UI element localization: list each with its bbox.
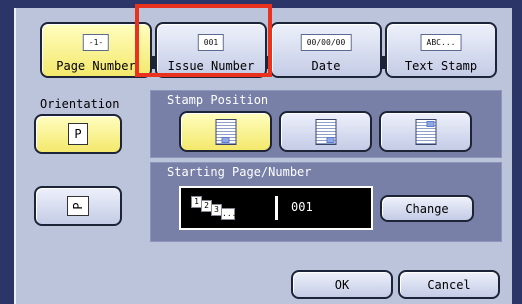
highlight-box — [135, 4, 272, 77]
starting-number-display: 1 2 3 ... 001 — [179, 186, 373, 230]
tab-page-number-label: Page Number — [56, 59, 136, 73]
text-stamp-icon: ABC... — [420, 34, 462, 51]
bottom-right-position-icon — [315, 118, 336, 145]
stamp-mark — [221, 136, 229, 143]
starting-page-title: Starting Page/Number — [167, 165, 312, 179]
stamp-position-bottom-left-button[interactable] — [179, 111, 272, 152]
date-icon: 00/00/00 — [300, 34, 352, 51]
stamp-position-title: Stamp Position — [167, 93, 269, 107]
tab-separator — [381, 56, 386, 69]
cancel-button-label: Cancel — [427, 278, 471, 292]
stamp-position-top-right-button[interactable] — [379, 111, 472, 152]
tab-date-label: Date — [311, 59, 341, 73]
stamp-mark — [426, 120, 434, 127]
stamp-position-bottom-right-button[interactable] — [279, 111, 372, 152]
sequence-item: ... — [221, 208, 237, 220]
change-button[interactable]: Change — [380, 195, 474, 222]
cancel-button[interactable]: Cancel — [398, 270, 500, 299]
change-button-label: Change — [405, 202, 449, 216]
orientation-landscape-button[interactable]: P — [34, 186, 122, 226]
sequence-icon: 1 2 3 ... — [191, 196, 251, 226]
stamp-mark — [326, 136, 334, 143]
ok-button-label: OK — [334, 278, 350, 292]
tab-text-stamp-label: Text Stamp — [404, 59, 478, 73]
orientation-label: Orientation — [40, 97, 120, 111]
orientation-portrait-button[interactable]: P — [34, 114, 122, 154]
ok-button[interactable]: OK — [291, 270, 393, 299]
tab-date[interactable]: 00/00/00 Date — [270, 22, 382, 78]
display-divider — [275, 196, 278, 220]
screen: -1- Page Number 001 Issue Number 00/00/0… — [0, 0, 522, 304]
page-number-icon: -1- — [82, 34, 110, 51]
portrait-icon: P — [68, 123, 88, 145]
starting-number-value: 001 — [291, 200, 313, 214]
tab-text-stamp[interactable]: ABC... Text Stamp — [385, 22, 497, 78]
bottom-left-position-icon — [215, 118, 236, 145]
landscape-icon: P — [67, 196, 89, 216]
top-right-position-icon — [415, 118, 436, 145]
